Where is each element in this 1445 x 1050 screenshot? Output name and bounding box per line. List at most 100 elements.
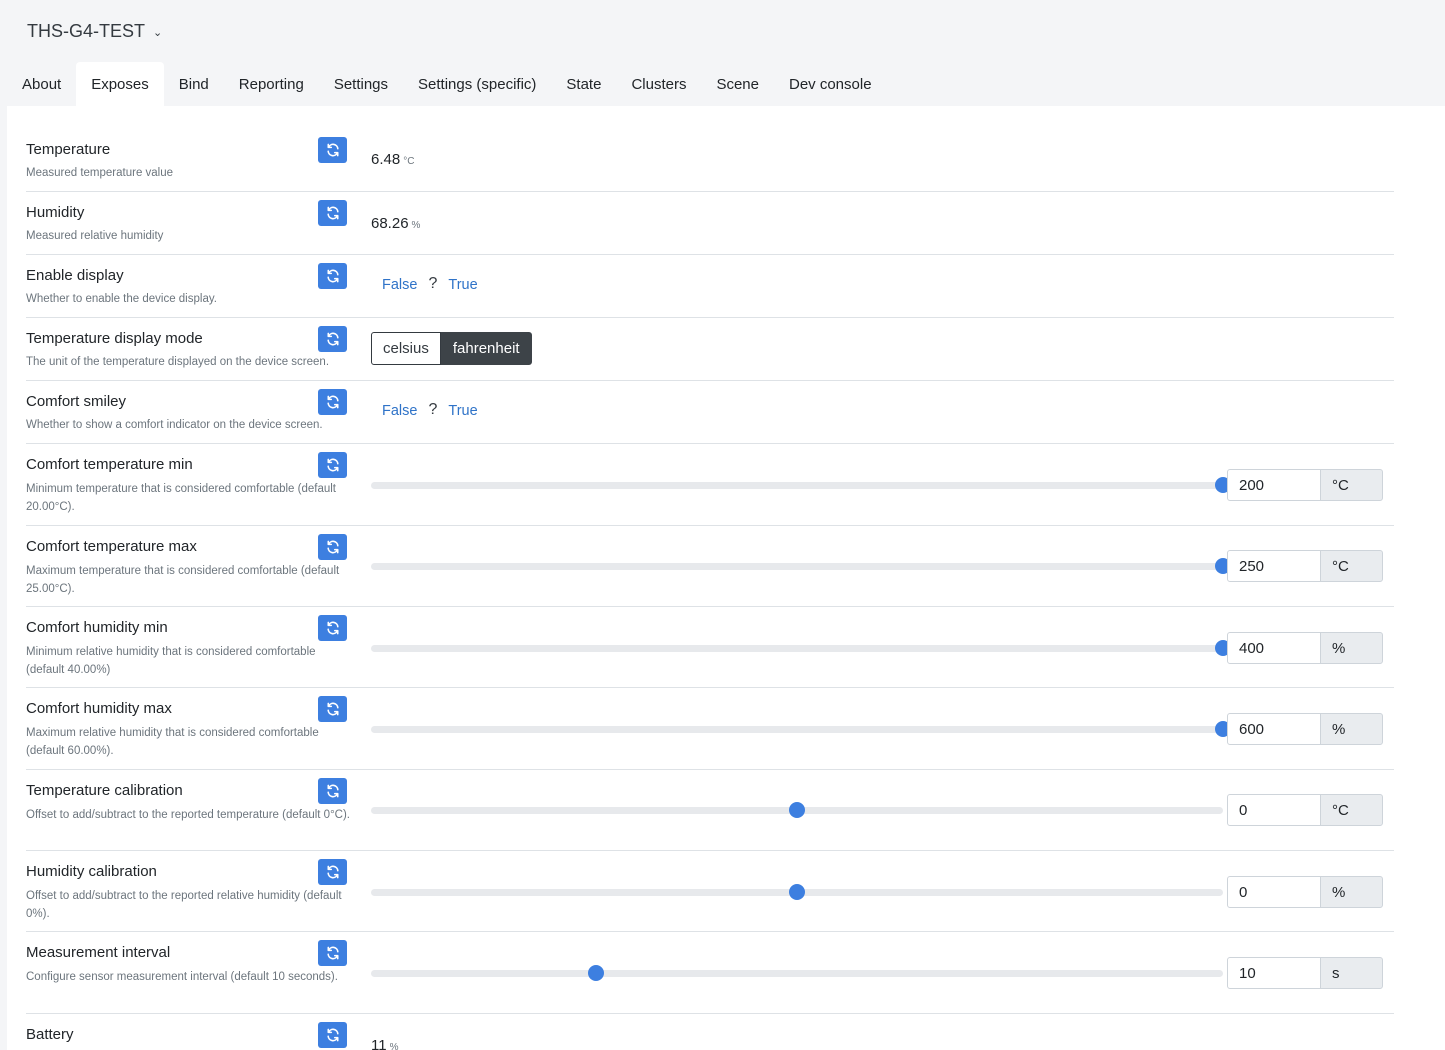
refresh-icon (326, 621, 339, 635)
tab-state[interactable]: State (551, 62, 616, 106)
unit-addon: °C (1320, 794, 1383, 826)
refresh-button[interactable] (318, 615, 347, 641)
expose-label: Temperature calibration (26, 782, 183, 799)
refresh-icon (326, 865, 339, 879)
expose-label: Comfort temperature max (26, 538, 197, 555)
refresh-icon (326, 395, 339, 409)
refresh-button[interactable] (318, 1022, 347, 1048)
number-input[interactable] (1227, 876, 1321, 908)
range-slider[interactable] (371, 477, 1231, 493)
expose-description: Minimum relative humidity that is consid… (26, 646, 316, 676)
true-option[interactable]: True (437, 277, 488, 293)
tab-about[interactable]: About (7, 62, 76, 106)
range-slider[interactable] (371, 640, 1231, 656)
refresh-icon (326, 458, 339, 472)
expose-row-comfort-smiley: Comfort smiley Whether to show a comfort… (26, 381, 1394, 444)
refresh-button[interactable] (318, 263, 347, 289)
true-option[interactable]: True (437, 403, 488, 419)
temperature-value: 6.48 °C (371, 151, 414, 168)
refresh-button[interactable] (318, 200, 347, 226)
tab-settings-specific[interactable]: Settings (specific) (403, 62, 551, 106)
expose-description: Minimum temperature that is considered c… (26, 483, 337, 513)
range-slider[interactable] (371, 558, 1231, 574)
expose-label: Comfort smiley (26, 393, 127, 410)
tab-dev-console[interactable]: Dev console (774, 62, 887, 106)
refresh-button[interactable] (318, 696, 347, 722)
false-option[interactable]: False (371, 277, 428, 293)
expose-row-comfort-temperature-min: Comfort temperature min Minimum temperat… (26, 444, 1394, 526)
humidity-value: 68.26% (371, 215, 420, 232)
expose-row-comfort-humidity-min: Comfort humidity min Minimum relative hu… (26, 607, 1394, 688)
refresh-button[interactable] (318, 534, 347, 560)
expose-label: Humidity (26, 204, 85, 221)
expose-description: Whether to enable the device display. (26, 293, 217, 305)
refresh-icon (326, 946, 339, 960)
refresh-button[interactable] (318, 859, 347, 885)
expose-description: Maximum relative humidity that is consid… (26, 727, 319, 757)
device-selector[interactable]: THS-G4-TEST ⌄ (27, 21, 162, 42)
refresh-icon (326, 784, 339, 798)
expose-label: Comfort temperature min (26, 456, 193, 473)
refresh-button[interactable] (318, 389, 347, 415)
value-text: 68.26 (371, 215, 409, 232)
tab-clusters[interactable]: Clusters (616, 62, 701, 106)
expose-description: Offset to add/subtract to the reported r… (26, 890, 342, 920)
refresh-button[interactable] (318, 778, 347, 804)
number-input[interactable] (1227, 713, 1321, 745)
expose-description: Measured temperature value (26, 167, 174, 179)
refresh-button[interactable] (318, 452, 347, 478)
refresh-button[interactable] (318, 326, 347, 352)
value-unit: % (389, 1042, 399, 1050)
enable-display-toggle: False ? True (371, 275, 489, 294)
header: THS-G4-TEST ⌄ About Exposes Bind Reporti… (0, 0, 1445, 106)
slider-thumb[interactable] (587, 965, 604, 981)
refresh-icon (326, 540, 339, 554)
refresh-icon (326, 332, 339, 346)
expose-description: Configure sensor measurement interval (d… (26, 971, 338, 983)
tab-reporting[interactable]: Reporting (224, 62, 319, 106)
expose-row-temperature-display-mode: Temperature display mode The unit of the… (26, 318, 1394, 381)
slider-thumb[interactable] (789, 802, 805, 818)
tab-scene[interactable]: Scene (701, 62, 774, 106)
expose-row-humidity-calibration: Humidity calibration Offset to add/subtr… (26, 851, 1394, 932)
expose-label: Enable display (26, 267, 124, 284)
number-input[interactable] (1227, 957, 1321, 989)
expose-label: Battery (26, 1026, 74, 1043)
unit-addon: % (1320, 876, 1383, 908)
number-input[interactable] (1227, 632, 1321, 664)
expose-row-measurement-interval: Measurement interval Configure sensor me… (26, 932, 1394, 1014)
range-slider[interactable] (371, 802, 1223, 818)
tab-settings[interactable]: Settings (319, 62, 403, 106)
refresh-button[interactable] (318, 940, 347, 966)
celsius-button[interactable]: celsius (371, 332, 441, 365)
expose-label: Comfort humidity max (26, 700, 172, 717)
expose-description: The unit of the temperature displayed on… (26, 356, 330, 368)
tab-bind[interactable]: Bind (164, 62, 224, 106)
expose-row-humidity: Humidity Measured relative humidity 68.2… (26, 192, 1394, 255)
unit-addon: s (1320, 957, 1383, 989)
slider-thumb[interactable] (789, 884, 805, 900)
fahrenheit-button[interactable]: fahrenheit (440, 332, 532, 365)
range-slider[interactable] (371, 884, 1223, 900)
expose-row-comfort-temperature-max: Comfort temperature max Maximum temperat… (26, 526, 1394, 607)
tab-exposes[interactable]: Exposes (76, 62, 164, 106)
refresh-icon (326, 206, 339, 220)
number-input[interactable] (1227, 469, 1321, 501)
number-input[interactable] (1227, 550, 1321, 582)
range-slider[interactable] (371, 965, 1223, 981)
device-title: THS-G4-TEST (27, 21, 146, 41)
expose-row-temperature-calibration: Temperature calibration Offset to add/su… (26, 770, 1394, 851)
unit-addon: °C (1320, 469, 1383, 501)
expose-description: Offset to add/subtract to the reported t… (26, 809, 351, 821)
expose-row-enable-display: Enable display Whether to enable the dev… (26, 255, 1394, 318)
value-text: 6.48 (371, 151, 401, 168)
value-unit: % (411, 220, 421, 231)
range-slider[interactable] (371, 721, 1231, 737)
refresh-button[interactable] (318, 137, 347, 163)
unit-addon: % (1320, 632, 1383, 664)
refresh-icon (326, 269, 339, 283)
number-input[interactable] (1227, 794, 1321, 826)
false-option[interactable]: False (371, 403, 428, 419)
refresh-icon (326, 1028, 339, 1042)
expose-description: Maximum temperature that is considered c… (26, 565, 340, 595)
